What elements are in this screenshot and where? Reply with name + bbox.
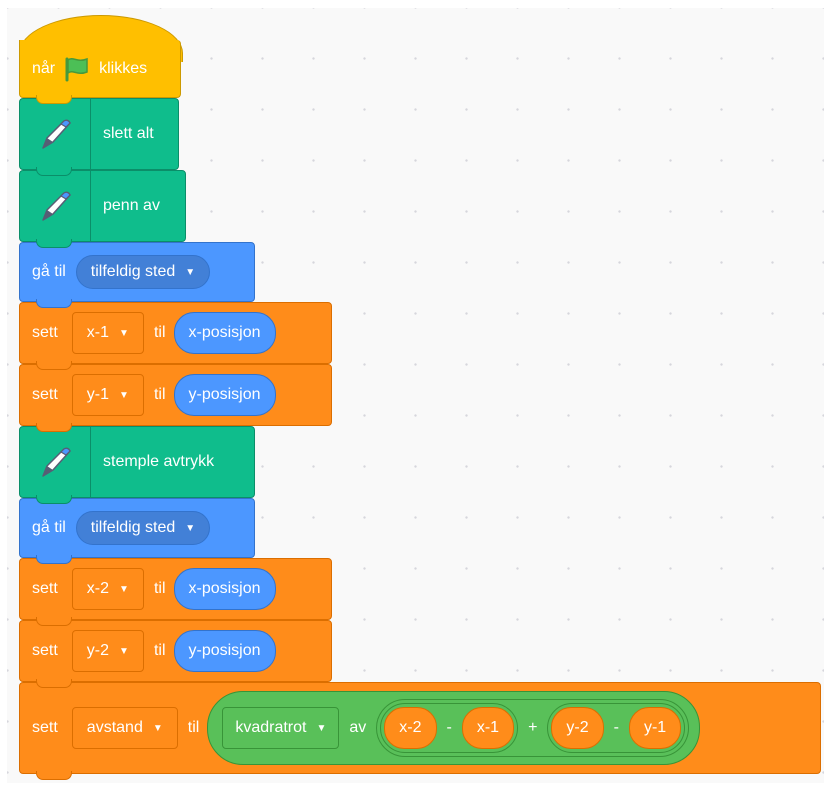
variable-dropdown[interactable]: avstand ▼ bbox=[71, 707, 178, 749]
goto-target-dropdown[interactable]: tilfeldig sted ▼ bbox=[75, 511, 211, 545]
variable-dropdown[interactable]: y-2 ▼ bbox=[71, 630, 144, 672]
goto-random-block[interactable]: gå til tilfeldig sted ▼ bbox=[19, 242, 255, 308]
goto-target-value: tilfeldig sted bbox=[90, 263, 176, 280]
variable-name: avstand bbox=[86, 719, 143, 736]
pen-up-label: penn av bbox=[103, 197, 160, 214]
variable-reporter-x2[interactable]: x-2 bbox=[384, 707, 437, 749]
pen-up-block[interactable]: penn av bbox=[19, 170, 186, 248]
goto-label: gå til bbox=[32, 263, 66, 280]
set-distance-block[interactable]: sett avstand ▼ til kvadratrot ▼ av x-2 -… bbox=[19, 682, 821, 780]
set-variable-block[interactable]: sett y-1 ▼ til y-posisjon bbox=[19, 364, 332, 432]
chevron-down-icon: ▼ bbox=[119, 327, 129, 339]
block-tab bbox=[36, 679, 72, 688]
set-label: sett bbox=[32, 324, 58, 341]
block-tab bbox=[36, 495, 72, 504]
chevron-down-icon: ▼ bbox=[152, 722, 163, 734]
variable-name: y-2 bbox=[86, 642, 110, 659]
subtract-x-operator-block[interactable]: x-2 - x-1 bbox=[380, 703, 519, 753]
y-position-reporter[interactable]: y-posisjon bbox=[173, 374, 276, 416]
pen-icon bbox=[20, 99, 91, 169]
sqrt-operator-block[interactable]: kvadratrot ▼ av x-2 - x-1 + y-2 - y-1 bbox=[207, 691, 701, 765]
math-function-dropdown[interactable]: kvadratrot ▼ bbox=[222, 707, 340, 749]
minus-label: - bbox=[446, 719, 452, 736]
chevron-down-icon: ▼ bbox=[185, 522, 196, 534]
clear-label: slett alt bbox=[103, 125, 154, 142]
y-position-reporter[interactable]: y-posisjon bbox=[173, 630, 276, 672]
block-tab bbox=[36, 555, 72, 564]
variable-dropdown[interactable]: y-1 ▼ bbox=[71, 374, 144, 416]
set-variable-block[interactable]: sett y-2 ▼ til y-posisjon bbox=[19, 620, 332, 688]
minus-label: - bbox=[613, 719, 619, 736]
subtract-y-operator-block[interactable]: y-2 - y-1 bbox=[547, 703, 686, 753]
goto-random-block[interactable]: gå til tilfeldig sted ▼ bbox=[19, 498, 255, 564]
to-label: til bbox=[187, 719, 200, 736]
chevron-down-icon: ▼ bbox=[119, 645, 129, 657]
variable-name: x-1 bbox=[86, 324, 110, 341]
clear-block[interactable]: slett alt bbox=[19, 98, 179, 176]
variable-reporter-y2[interactable]: y-2 bbox=[551, 707, 604, 749]
to-label: til bbox=[153, 642, 166, 659]
variable-name: y-1 bbox=[86, 386, 110, 403]
variable-name: x-2 bbox=[86, 580, 110, 597]
pen-icon bbox=[20, 427, 91, 497]
stamp-block[interactable]: stemple avtrykk bbox=[19, 426, 255, 504]
stamp-label: stemple avtrykk bbox=[103, 453, 215, 470]
hat-label-after: klikkes bbox=[99, 59, 148, 77]
set-label: sett bbox=[32, 642, 58, 659]
when-flag-clicked-block[interactable]: når klikkes bbox=[19, 40, 181, 104]
block-tab bbox=[36, 423, 72, 432]
block-tab bbox=[36, 95, 72, 104]
variable-reporter-x1[interactable]: x-1 bbox=[461, 707, 515, 749]
variable-dropdown[interactable]: x-2 ▼ bbox=[71, 568, 144, 610]
block-tab bbox=[36, 771, 72, 780]
green-flag-icon bbox=[63, 56, 91, 82]
block-tab bbox=[36, 239, 72, 248]
add-operator-block[interactable]: x-2 - x-1 + y-2 - y-1 bbox=[376, 699, 690, 757]
set-variable-block[interactable]: sett x-2 ▼ til x-posisjon bbox=[19, 558, 332, 626]
plus-label: + bbox=[528, 719, 538, 736]
of-label: av bbox=[349, 719, 367, 736]
to-label: til bbox=[153, 386, 166, 403]
goto-target-value: tilfeldig sted bbox=[90, 519, 176, 536]
chevron-down-icon: ▼ bbox=[185, 266, 196, 278]
chevron-down-icon: ▼ bbox=[316, 722, 327, 734]
variable-reporter-y1[interactable]: y-1 bbox=[628, 707, 682, 749]
set-label: sett bbox=[32, 580, 58, 597]
set-label: sett bbox=[32, 719, 58, 736]
to-label: til bbox=[153, 324, 166, 341]
block-tab bbox=[36, 299, 72, 308]
math-function-value: kvadratrot bbox=[235, 719, 307, 736]
pen-icon bbox=[20, 171, 91, 241]
x-position-reporter[interactable]: x-posisjon bbox=[173, 568, 276, 610]
set-variable-block[interactable]: sett x-1 ▼ til x-posisjon bbox=[19, 302, 332, 370]
chevron-down-icon: ▼ bbox=[119, 389, 129, 401]
goto-label: gå til bbox=[32, 519, 66, 536]
x-position-reporter[interactable]: x-posisjon bbox=[173, 312, 276, 354]
block-tab bbox=[36, 361, 72, 370]
chevron-down-icon: ▼ bbox=[119, 583, 129, 595]
block-tab bbox=[36, 617, 72, 626]
goto-target-dropdown[interactable]: tilfeldig sted ▼ bbox=[75, 255, 211, 289]
set-label: sett bbox=[32, 386, 58, 403]
to-label: til bbox=[153, 580, 166, 597]
block-tab bbox=[36, 167, 72, 176]
hat-label-before: når bbox=[32, 59, 56, 77]
variable-dropdown[interactable]: x-1 ▼ bbox=[71, 312, 144, 354]
